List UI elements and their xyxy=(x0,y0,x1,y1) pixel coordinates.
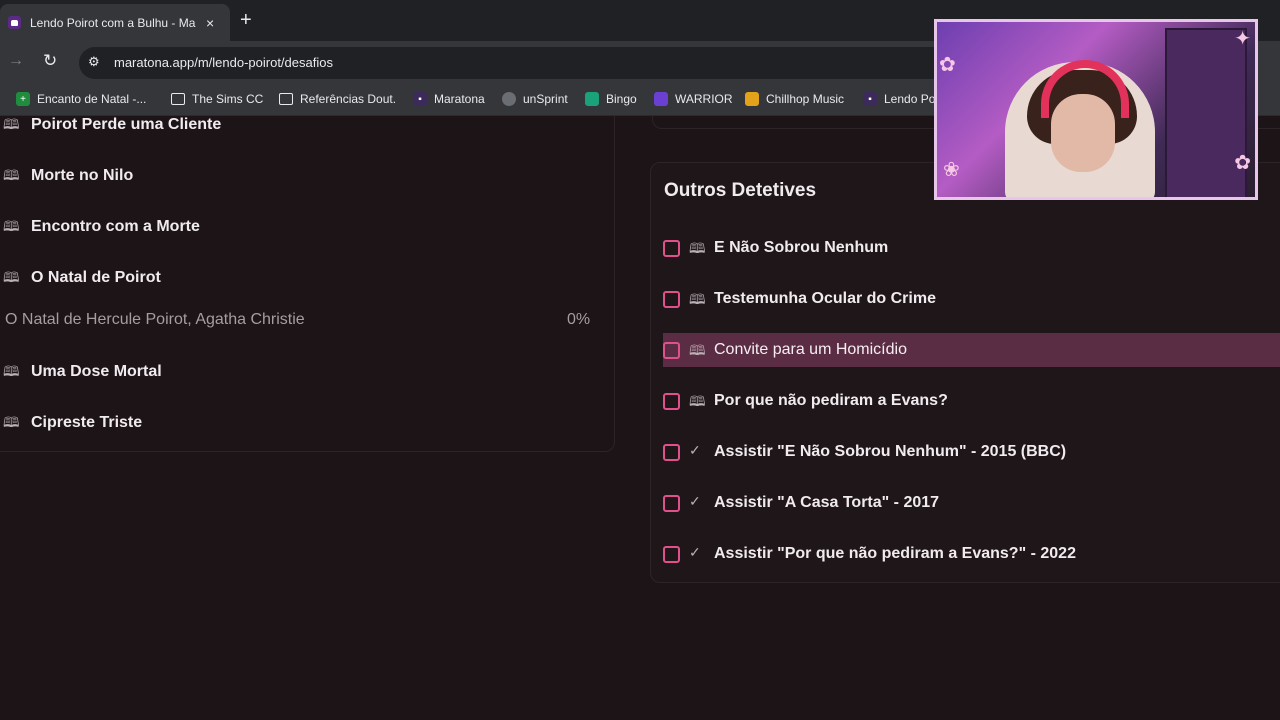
checkmark-icon: ✓ xyxy=(689,544,701,560)
bookmark-sims-cc[interactable]: The Sims CC xyxy=(171,92,263,106)
task-row[interactable]: ✓ Assistir "Por que não pediram a Evans?… xyxy=(663,537,1280,571)
book-open-icon: 🕮 xyxy=(3,414,20,430)
task-checkbox[interactable] xyxy=(663,546,680,563)
reading-progress-book: O Natal de Hercule Poirot, Agatha Christ… xyxy=(5,311,305,328)
task-label: Testemunha Ocular do Crime xyxy=(714,290,936,307)
book-open-icon: 🕮 xyxy=(3,116,20,132)
task-checkbox[interactable] xyxy=(663,495,680,512)
task-label: E Não Sobrou Nenhum xyxy=(714,239,889,256)
bookmark-encanto[interactable]: + Encanto de Natal -... xyxy=(16,92,146,106)
flower-icon: ✿ xyxy=(1234,152,1251,174)
globe-icon xyxy=(502,92,516,106)
task-checkbox[interactable] xyxy=(663,240,680,257)
task-label: Por que não pediram a Evans? xyxy=(714,392,948,409)
book-open-icon: 🕮 xyxy=(689,291,706,307)
flower-icon: ❀ xyxy=(943,159,960,181)
task-checkbox[interactable] xyxy=(663,291,680,308)
bookmark-label: Maratona xyxy=(434,92,485,106)
book-title[interactable]: Encontro com a Morte xyxy=(31,218,200,236)
task-label: Convite para um Homicídio xyxy=(714,341,907,358)
book-open-icon: 🕮 xyxy=(3,269,20,285)
book-title[interactable]: Morte no Nilo xyxy=(31,167,133,185)
bookmark-label: Chillhop Music xyxy=(766,92,845,106)
maratona-icon: ▪ xyxy=(863,92,877,106)
task-row[interactable]: 🕮 Por que não pediram a Evans? xyxy=(663,384,1280,418)
task-label: Assistir "E Não Sobrou Nenhum" - 2015 (B… xyxy=(714,443,1067,460)
bookmark-referencias[interactable]: Referências Dout. xyxy=(279,92,396,106)
chillhop-icon xyxy=(745,92,759,106)
task-row[interactable]: 🕮 E Não Sobrou Nenhum xyxy=(663,231,1280,265)
bookmark-label: Bingo xyxy=(606,92,637,106)
url-text[interactable]: maratona.app/m/lendo-poirot/desafios xyxy=(114,55,333,70)
book-title[interactable]: Uma Dose Mortal xyxy=(31,363,162,381)
bookmark-label: unSprint xyxy=(523,92,568,106)
warrior-icon xyxy=(654,92,668,106)
task-row[interactable]: ✓ Assistir "E Não Sobrou Nenhum" - 2015 … xyxy=(663,435,1280,469)
book-open-icon: 🕮 xyxy=(689,240,706,256)
bookmark-warrior[interactable]: WARRIOR xyxy=(654,92,733,106)
forward-icon[interactable]: → xyxy=(8,52,24,70)
book-title[interactable]: Poirot Perde uma Cliente xyxy=(31,116,221,134)
section-title: Outros Detetives xyxy=(664,180,817,201)
close-icon[interactable]: × xyxy=(206,15,214,31)
folder-icon xyxy=(171,93,185,105)
checkmark-icon: ✓ xyxy=(689,442,701,458)
book-title[interactable]: O Natal de Poirot xyxy=(31,269,161,287)
webcam-overlay: ✿ ❀ ✦ ✿ xyxy=(934,19,1258,200)
bookmark-lendo-poirot[interactable]: ▪ Lendo Po xyxy=(863,92,935,106)
bookmark-label: Encanto de Natal -... xyxy=(37,92,147,106)
tab-title: Lendo Poirot com a Bulhu - Ma xyxy=(30,15,196,30)
bookmark-unsprint[interactable]: unSprint xyxy=(502,92,568,106)
task-row[interactable]: ✓ Assistir "A Casa Torta" - 2017 xyxy=(663,486,1280,520)
book-open-icon: 🕮 xyxy=(3,218,20,234)
sparkle-icon: ✦ xyxy=(1234,28,1251,50)
task-checkbox[interactable] xyxy=(663,444,680,461)
task-label: Assistir "Por que não pediram a Evans?" … xyxy=(714,545,1076,562)
bookmark-label: WARRIOR xyxy=(675,92,733,106)
browser-tab[interactable]: Lendo Poirot com a Bulhu - Ma × xyxy=(0,4,230,41)
folder-icon xyxy=(279,93,293,105)
reading-progress-percent: 0% xyxy=(567,311,591,328)
task-label: Assistir "A Casa Torta" - 2017 xyxy=(714,494,940,511)
task-row[interactable]: 🕮 Testemunha Ocular do Crime xyxy=(663,282,1280,316)
checkmark-icon: ✓ xyxy=(689,493,701,509)
bookmark-label: Referências Dout. xyxy=(300,92,397,106)
maratona-icon: ▪ xyxy=(413,92,427,106)
bookmark-bingo[interactable]: Bingo xyxy=(585,92,637,106)
task-checkbox[interactable] xyxy=(663,393,680,410)
book-open-icon: 🕮 xyxy=(689,393,706,409)
new-tab-icon[interactable]: + xyxy=(240,9,252,32)
bookmark-maratona[interactable]: ▪ Maratona xyxy=(413,92,485,106)
task-checkbox[interactable] xyxy=(663,342,680,359)
reload-icon[interactable]: ↻ xyxy=(43,51,57,71)
site-info-icon[interactable]: ⚙ xyxy=(88,54,100,70)
flower-icon: ✿ xyxy=(939,54,956,76)
bookmark-chillhop[interactable]: Chillhop Music xyxy=(745,92,844,106)
bingo-icon xyxy=(585,92,599,106)
green-plus-icon: + xyxy=(16,92,30,106)
book-open-icon: 🕮 xyxy=(3,167,20,183)
bookmark-label: The Sims CC xyxy=(192,92,264,106)
maratona-favicon-icon xyxy=(8,16,21,29)
book-open-icon: 🕮 xyxy=(3,363,20,379)
bookmark-label: Lendo Po xyxy=(884,92,936,106)
book-title[interactable]: Cipreste Triste xyxy=(31,414,142,432)
task-row-hovered[interactable]: 🕮 Convite para um Homicídio xyxy=(663,333,1280,367)
book-open-icon: 🕮 xyxy=(689,342,706,358)
